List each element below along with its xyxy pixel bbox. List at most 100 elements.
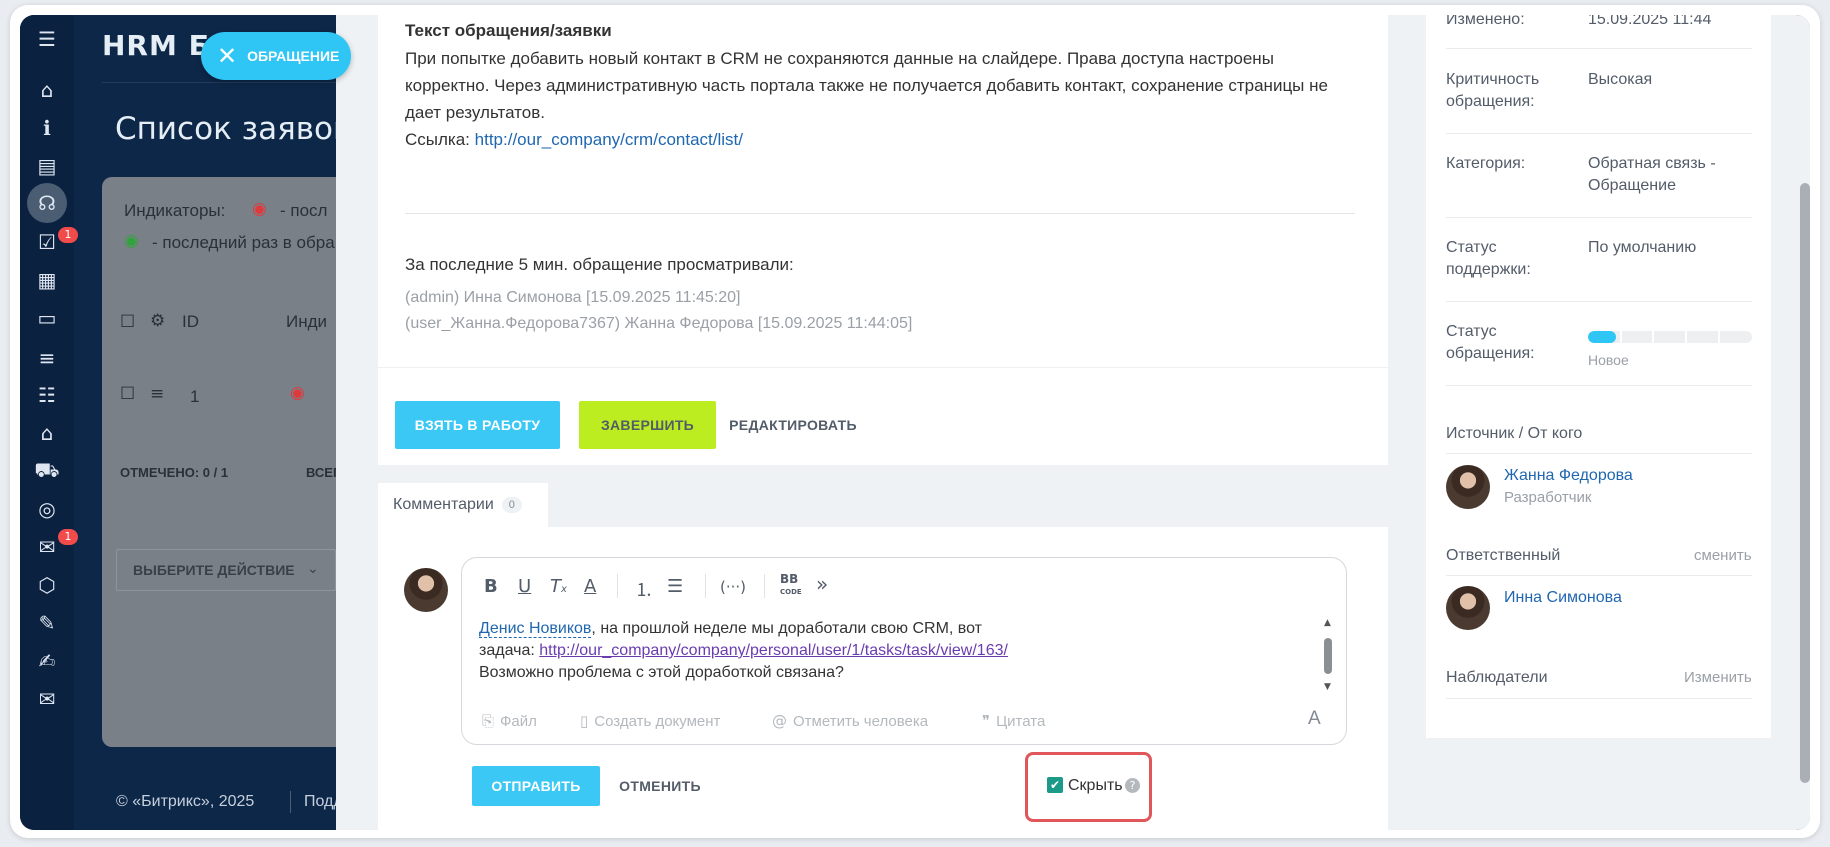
- tasks-icon[interactable]: ☑: [33, 228, 61, 256]
- divider: [1446, 453, 1752, 454]
- divider: [405, 213, 1355, 214]
- underline-icon[interactable]: U: [518, 576, 531, 597]
- bbcode-icon[interactable]: BB CODE: [780, 573, 802, 598]
- divider: [1446, 385, 1752, 386]
- inbox-icon[interactable]: ▤: [33, 152, 61, 180]
- comment-editor[interactable]: B U Tx A ⒈ ☰ (···) BB CODE » Денис Новико…: [461, 557, 1347, 745]
- edit-button[interactable]: РЕДАКТИРОВАТЬ: [728, 401, 858, 449]
- support-icon[interactable]: ☊: [27, 183, 67, 223]
- viewer-entry: (user_Жанна.Федорова7367) Жанна Федорова…: [405, 315, 913, 332]
- source-avatar[interactable]: [1446, 465, 1490, 509]
- changed-value: 15.09.2025 11:44: [1588, 15, 1712, 28]
- ticket-text-heading: Текст обращения/заявки: [405, 21, 612, 40]
- row-id: 1: [190, 387, 200, 406]
- select-all-checkbox[interactable]: ☐: [120, 312, 135, 332]
- row-menu-icon[interactable]: ≡: [150, 384, 164, 404]
- criticality-label-1: Критичность: [1446, 71, 1540, 88]
- comments-count-badge: 0: [501, 497, 522, 513]
- at-icon: @: [772, 712, 787, 730]
- info-icon[interactable]: ℹ: [33, 114, 61, 142]
- support-status-label-2: поддержки:: [1446, 261, 1531, 278]
- doc-edit-icon[interactable]: ✎: [33, 609, 61, 637]
- filter-icon[interactable]: ≡: [33, 344, 61, 372]
- task-link[interactable]: http://our_company/company/personal/user…: [539, 642, 1008, 659]
- comment-text[interactable]: Денис Новиков, на прошлой неделе мы дора…: [479, 618, 1309, 684]
- col-indicator-header[interactable]: Инди: [286, 312, 327, 332]
- user-mention[interactable]: Денис Новиков: [479, 620, 592, 638]
- marked-count: ОТМЕЧЕНО: 0 / 1: [120, 465, 229, 480]
- take-in-work-button[interactable]: ВЗЯТЬ В РАБОТУ: [395, 401, 560, 449]
- indicator-green-icon: ◉: [124, 231, 139, 251]
- cart-icon[interactable]: ⛟: [33, 457, 61, 485]
- send-button[interactable]: ОТПРАВИТЬ: [472, 766, 600, 806]
- source-name[interactable]: Жанна Федорова: [1504, 467, 1633, 485]
- observers-change-link[interactable]: Изменить: [1684, 669, 1752, 686]
- quote-button[interactable]: ❞ Цитата: [982, 712, 1045, 730]
- action-select[interactable]: ВЫБЕРИТЕ ДЕЙСТВИЕ ⌄: [116, 549, 336, 591]
- slider-scrollbar-thumb[interactable]: [1800, 183, 1810, 783]
- screenshot-frame: ☰ ⌂ ℹ ▤ ☊ ☑ 1 ▦ ▭ ≡ ☷ ⌂ ⛟ ◎ ✉ 1 ⬡ ✎ ✍ ✉ …: [10, 5, 1820, 838]
- header-divider: [102, 82, 342, 83]
- sign-icon[interactable]: ✍: [33, 647, 61, 675]
- responsible-name[interactable]: Инна Симонова: [1504, 589, 1622, 607]
- target-icon[interactable]: ◎: [33, 495, 61, 523]
- support-status-label-1: Статус: [1446, 239, 1497, 256]
- mention-person-button[interactable]: @ Отметить человека: [772, 712, 928, 730]
- editor-scrollbar[interactable]: ▲ ▼: [1322, 618, 1334, 698]
- ticket-description: При попытке добавить новый контакт в CRM…: [405, 45, 1365, 153]
- document-icon: ▯: [580, 712, 589, 730]
- attach-file-button[interactable]: ⎘ Файл: [482, 712, 537, 730]
- divider: [1446, 301, 1752, 302]
- home-icon[interactable]: ⌂: [33, 76, 61, 104]
- font-size-icon[interactable]: A: [1308, 708, 1321, 730]
- crm-contact-link[interactable]: http://our_company/crm/contact/list/: [475, 130, 743, 149]
- tab-comments[interactable]: Комментарии 0: [378, 483, 548, 527]
- chat-icon[interactable]: ✉: [33, 533, 61, 561]
- bold-icon[interactable]: B: [484, 576, 498, 597]
- company-icon[interactable]: ⌂: [33, 419, 61, 447]
- bullet-list-icon[interactable]: ☰: [667, 576, 683, 597]
- calendar-icon[interactable]: ▦: [33, 266, 61, 294]
- indicator-2-text: - последний раз в обра: [152, 233, 335, 252]
- checklist-icon[interactable]: ☷: [33, 381, 61, 409]
- page-title: Список заявок (: [115, 111, 374, 147]
- mail-icon[interactable]: ✉: [33, 685, 61, 713]
- responsible-avatar[interactable]: [1446, 586, 1490, 630]
- hide-checkbox[interactable]: ✔: [1047, 777, 1063, 793]
- help-icon[interactable]: ?: [1125, 778, 1140, 793]
- slider-scrollbar[interactable]: [1800, 15, 1810, 830]
- col-id-header[interactable]: ID: [182, 312, 199, 332]
- criticality-label-2: обращения:: [1446, 93, 1535, 110]
- quote-icon: ❞: [982, 712, 991, 730]
- menu-icon[interactable]: ☰: [33, 25, 61, 53]
- current-user-avatar: [404, 568, 448, 612]
- text-color-icon[interactable]: A: [584, 576, 596, 597]
- support-status-value: По умолчанию: [1588, 239, 1697, 256]
- numbered-list-icon[interactable]: ⒈: [635, 576, 653, 602]
- responsible-change-link[interactable]: сменить: [1694, 547, 1752, 564]
- app-window: ☰ ⌂ ℹ ▤ ☊ ☑ 1 ▦ ▭ ≡ ☷ ⌂ ⛟ ◎ ✉ 1 ⬡ ✎ ✍ ✉ …: [20, 15, 1810, 830]
- comment-line-1: , на прошлой неделе мы доработали свою C…: [591, 620, 982, 637]
- more-icon[interactable]: »: [816, 572, 828, 596]
- close-slider-button[interactable]: ✕ ОБРАЩЕНИЕ: [201, 32, 351, 80]
- clear-format-icon[interactable]: Tx: [550, 576, 567, 597]
- hide-label[interactable]: Скрыть: [1068, 777, 1123, 795]
- scroll-down-icon[interactable]: ▼: [1324, 682, 1331, 692]
- ticket-status-label-2: обращения:: [1446, 345, 1535, 362]
- gear-icon[interactable]: ⚙: [150, 311, 165, 331]
- cancel-button[interactable]: ОТМЕНИТЬ: [610, 766, 710, 806]
- code-icon[interactable]: (···): [720, 578, 746, 596]
- scrollbar-thumb[interactable]: [1324, 638, 1332, 674]
- viewer-entry: (admin) Инна Симонова [15.09.2025 11:45:…: [405, 289, 741, 306]
- scroll-up-icon[interactable]: ▲: [1324, 618, 1331, 628]
- description-link-line: Ссылка: http://our_company/crm/contact/l…: [405, 126, 1365, 153]
- divider: [378, 367, 1388, 368]
- settings-icon[interactable]: ⬡: [33, 571, 61, 599]
- create-document-button[interactable]: ▯ Создать документ: [580, 712, 720, 730]
- drive-icon[interactable]: ▭: [33, 304, 61, 332]
- finish-button[interactable]: ЗАВЕРШИТЬ: [579, 401, 716, 449]
- description-line: дает результатов.: [405, 103, 545, 122]
- tasks-badge: 1: [58, 227, 78, 243]
- row-checkbox[interactable]: ☐: [120, 384, 135, 404]
- footer-separator: [290, 791, 291, 813]
